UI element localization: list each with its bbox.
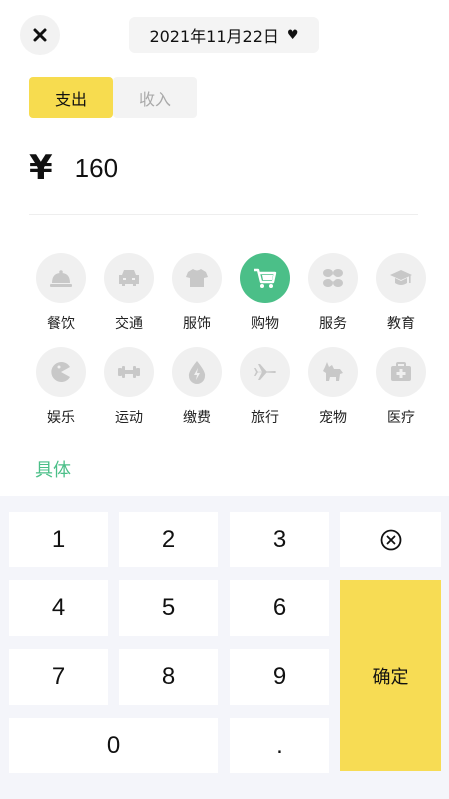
key-9[interactable]: 9: [230, 649, 329, 705]
category-label: 娱乐: [47, 410, 75, 426]
date-label: 2021年11月22日: [149, 27, 279, 46]
key-8[interactable]: 8: [119, 649, 218, 705]
category-travel[interactable]: 旅行: [231, 347, 299, 427]
category-service[interactable]: 服务: [299, 253, 367, 333]
close-icon: [33, 28, 47, 42]
date-picker[interactable]: 2021年11月22日 ♥: [129, 17, 319, 53]
close-button[interactable]: [20, 15, 60, 55]
category-label: 医疗: [387, 410, 415, 426]
category-label: 服务: [319, 316, 347, 332]
category-pets[interactable]: 宠物: [299, 347, 367, 427]
cloche-icon: [50, 270, 72, 287]
category-clothing[interactable]: 服饰: [163, 253, 231, 333]
key-6[interactable]: 6: [230, 580, 329, 636]
key-0[interactable]: 0: [9, 718, 218, 773]
key-dot[interactable]: .: [230, 718, 329, 773]
detail-link[interactable]: 具体: [35, 456, 71, 482]
dumbbell-icon: [118, 366, 140, 378]
category-label: 缴费: [183, 410, 211, 426]
amount-display: ¥ 160: [29, 148, 118, 188]
category-label: 购物: [251, 316, 279, 332]
currency-symbol: ¥: [29, 148, 53, 188]
confirm-button[interactable]: 确定: [340, 580, 441, 771]
category-education[interactable]: 教育: [367, 253, 435, 333]
heart-icon: ♥: [286, 27, 299, 43]
key-5[interactable]: 5: [119, 580, 218, 636]
dog-icon: [323, 362, 343, 381]
butterfly-icon: [323, 269, 343, 287]
category-sports[interactable]: 运动: [95, 347, 163, 427]
medical-kit-icon: [391, 362, 411, 381]
type-tabs: 支出 收入: [29, 77, 197, 118]
category-medical[interactable]: 医疗: [367, 347, 435, 427]
divider: [29, 214, 418, 215]
category-label: 餐饮: [47, 316, 75, 332]
car-icon: [119, 270, 139, 286]
tshirt-icon: [186, 269, 208, 287]
amount-value: 160: [74, 152, 119, 183]
key-7[interactable]: 7: [9, 649, 108, 705]
category-transport[interactable]: 交通: [95, 253, 163, 333]
category-label: 交通: [115, 316, 143, 332]
water-drop-icon: [188, 361, 206, 384]
category-label: 旅行: [251, 410, 279, 426]
backspace-button[interactable]: [340, 512, 441, 567]
key-4[interactable]: 4: [9, 580, 108, 636]
category-label: 运动: [115, 410, 143, 426]
backspace-icon: [380, 529, 401, 550]
category-label: 服饰: [183, 316, 211, 332]
category-dining[interactable]: 餐饮: [27, 253, 95, 333]
tab-income[interactable]: 收入: [113, 77, 197, 118]
graduation-cap-icon: [390, 270, 412, 285]
tab-expense[interactable]: 支出: [29, 77, 113, 118]
category-label: 教育: [387, 316, 415, 332]
pacman-icon: [51, 362, 70, 382]
category-entertainment[interactable]: 娱乐: [27, 347, 95, 427]
keypad: 1 2 3 4 5 6 7 8 9 确定 0 .: [0, 496, 449, 799]
category-shopping[interactable]: 购物: [231, 253, 299, 333]
category-label: 宠物: [319, 410, 347, 426]
key-3[interactable]: 3: [230, 512, 329, 567]
key-2[interactable]: 2: [119, 512, 218, 567]
shopping-cart-icon: [254, 268, 277, 288]
category-grid: 餐饮 交通 服饰 购物 服务 教育 娱乐 运动 缴费 旅行 宠物 医疗: [27, 253, 427, 427]
key-1[interactable]: 1: [9, 512, 108, 567]
category-bills[interactable]: 缴费: [163, 347, 231, 427]
airplane-icon: [254, 364, 276, 380]
